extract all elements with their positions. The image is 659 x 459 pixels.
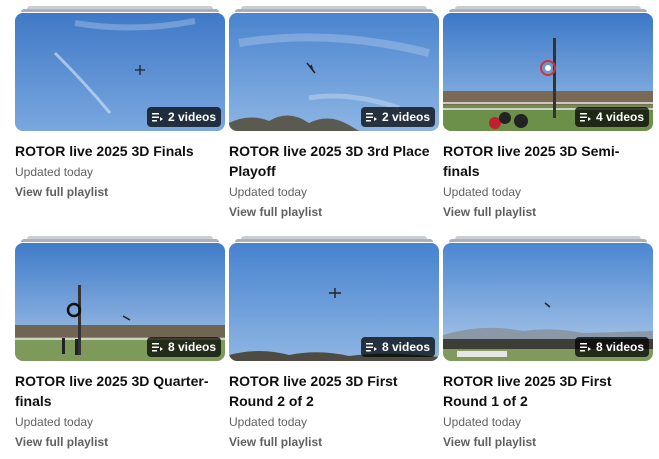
video-count: 4 videos xyxy=(595,110,644,124)
playlist-card[interactable]: 4 videos ROTOR live 2025 3D Semi-finals … xyxy=(443,6,653,221)
video-count: 8 videos xyxy=(595,340,644,354)
video-count-badge: 2 videos xyxy=(360,107,435,127)
video-count: 8 videos xyxy=(381,340,430,354)
video-count: 2 videos xyxy=(167,110,216,124)
view-full-playlist-link[interactable]: View full playlist xyxy=(443,433,653,451)
updated-text: Updated today xyxy=(15,165,94,179)
playlist-card[interactable]: 8 videos ROTOR live 2025 3D First Round … xyxy=(229,236,439,451)
playlist-thumbnail[interactable]: 8 videos xyxy=(15,243,225,361)
video-count-badge: 8 videos xyxy=(146,337,221,357)
updated-text: Updated today xyxy=(443,415,522,429)
video-count: 2 videos xyxy=(381,110,430,124)
playlist-title[interactable]: ROTOR live 2025 3D Finals xyxy=(15,141,221,161)
video-count-badge: 8 videos xyxy=(574,337,649,357)
playlist-card[interactable]: 2 videos ROTOR live 2025 3D Finals Updat… xyxy=(15,6,225,201)
view-full-playlist-link[interactable]: View full playlist xyxy=(15,433,225,451)
playlist-thumbnail[interactable]: 2 videos xyxy=(229,13,439,131)
playlist-icon xyxy=(151,113,163,122)
video-count-badge: 4 videos xyxy=(574,107,649,127)
playlist-card[interactable]: 8 videos ROTOR live 2025 3D First Round … xyxy=(443,236,653,451)
playlist-icon xyxy=(579,113,591,122)
updated-text: Updated today xyxy=(229,415,308,429)
playlist-title[interactable]: ROTOR live 2025 3D Quarter-finals xyxy=(15,371,221,411)
stack-edge xyxy=(235,9,433,12)
updated-text: Updated today xyxy=(15,415,94,429)
playlist-icon xyxy=(365,113,377,122)
playlist-title[interactable]: ROTOR live 2025 3D 3rd Place Playoff xyxy=(229,141,435,181)
playlist-thumbnail[interactable]: 2 videos xyxy=(15,13,225,131)
stack-edge xyxy=(21,9,219,12)
playlist-icon xyxy=(365,343,377,352)
stack-edge xyxy=(449,9,647,12)
playlist-icon xyxy=(579,343,591,352)
playlist-icon xyxy=(151,343,163,352)
playlist-card[interactable]: 2 videos ROTOR live 2025 3D 3rd Place Pl… xyxy=(229,6,439,221)
video-count: 8 videos xyxy=(167,340,216,354)
stack-edge xyxy=(235,239,433,242)
stack-edge xyxy=(21,239,219,242)
updated-text: Updated today xyxy=(443,185,522,199)
view-full-playlist-link[interactable]: View full playlist xyxy=(15,183,225,201)
playlist-title[interactable]: ROTOR live 2025 3D Semi-finals xyxy=(443,141,649,181)
updated-text: Updated today xyxy=(229,185,308,199)
stack-edge xyxy=(449,239,647,242)
playlist-title[interactable]: ROTOR live 2025 3D First Round 1 of 2 xyxy=(443,371,649,411)
playlist-thumbnail[interactable]: 8 videos xyxy=(229,243,439,361)
video-count-badge: 2 videos xyxy=(146,107,221,127)
playlist-card[interactable]: 8 videos ROTOR live 2025 3D Quarter-fina… xyxy=(15,236,225,451)
video-count-badge: 8 videos xyxy=(360,337,435,357)
view-full-playlist-link[interactable]: View full playlist xyxy=(443,203,653,221)
playlist-thumbnail[interactable]: 4 videos xyxy=(443,13,653,131)
view-full-playlist-link[interactable]: View full playlist xyxy=(229,433,439,451)
playlist-thumbnail[interactable]: 8 videos xyxy=(443,243,653,361)
view-full-playlist-link[interactable]: View full playlist xyxy=(229,203,439,221)
playlist-title[interactable]: ROTOR live 2025 3D First Round 2 of 2 xyxy=(229,371,435,411)
